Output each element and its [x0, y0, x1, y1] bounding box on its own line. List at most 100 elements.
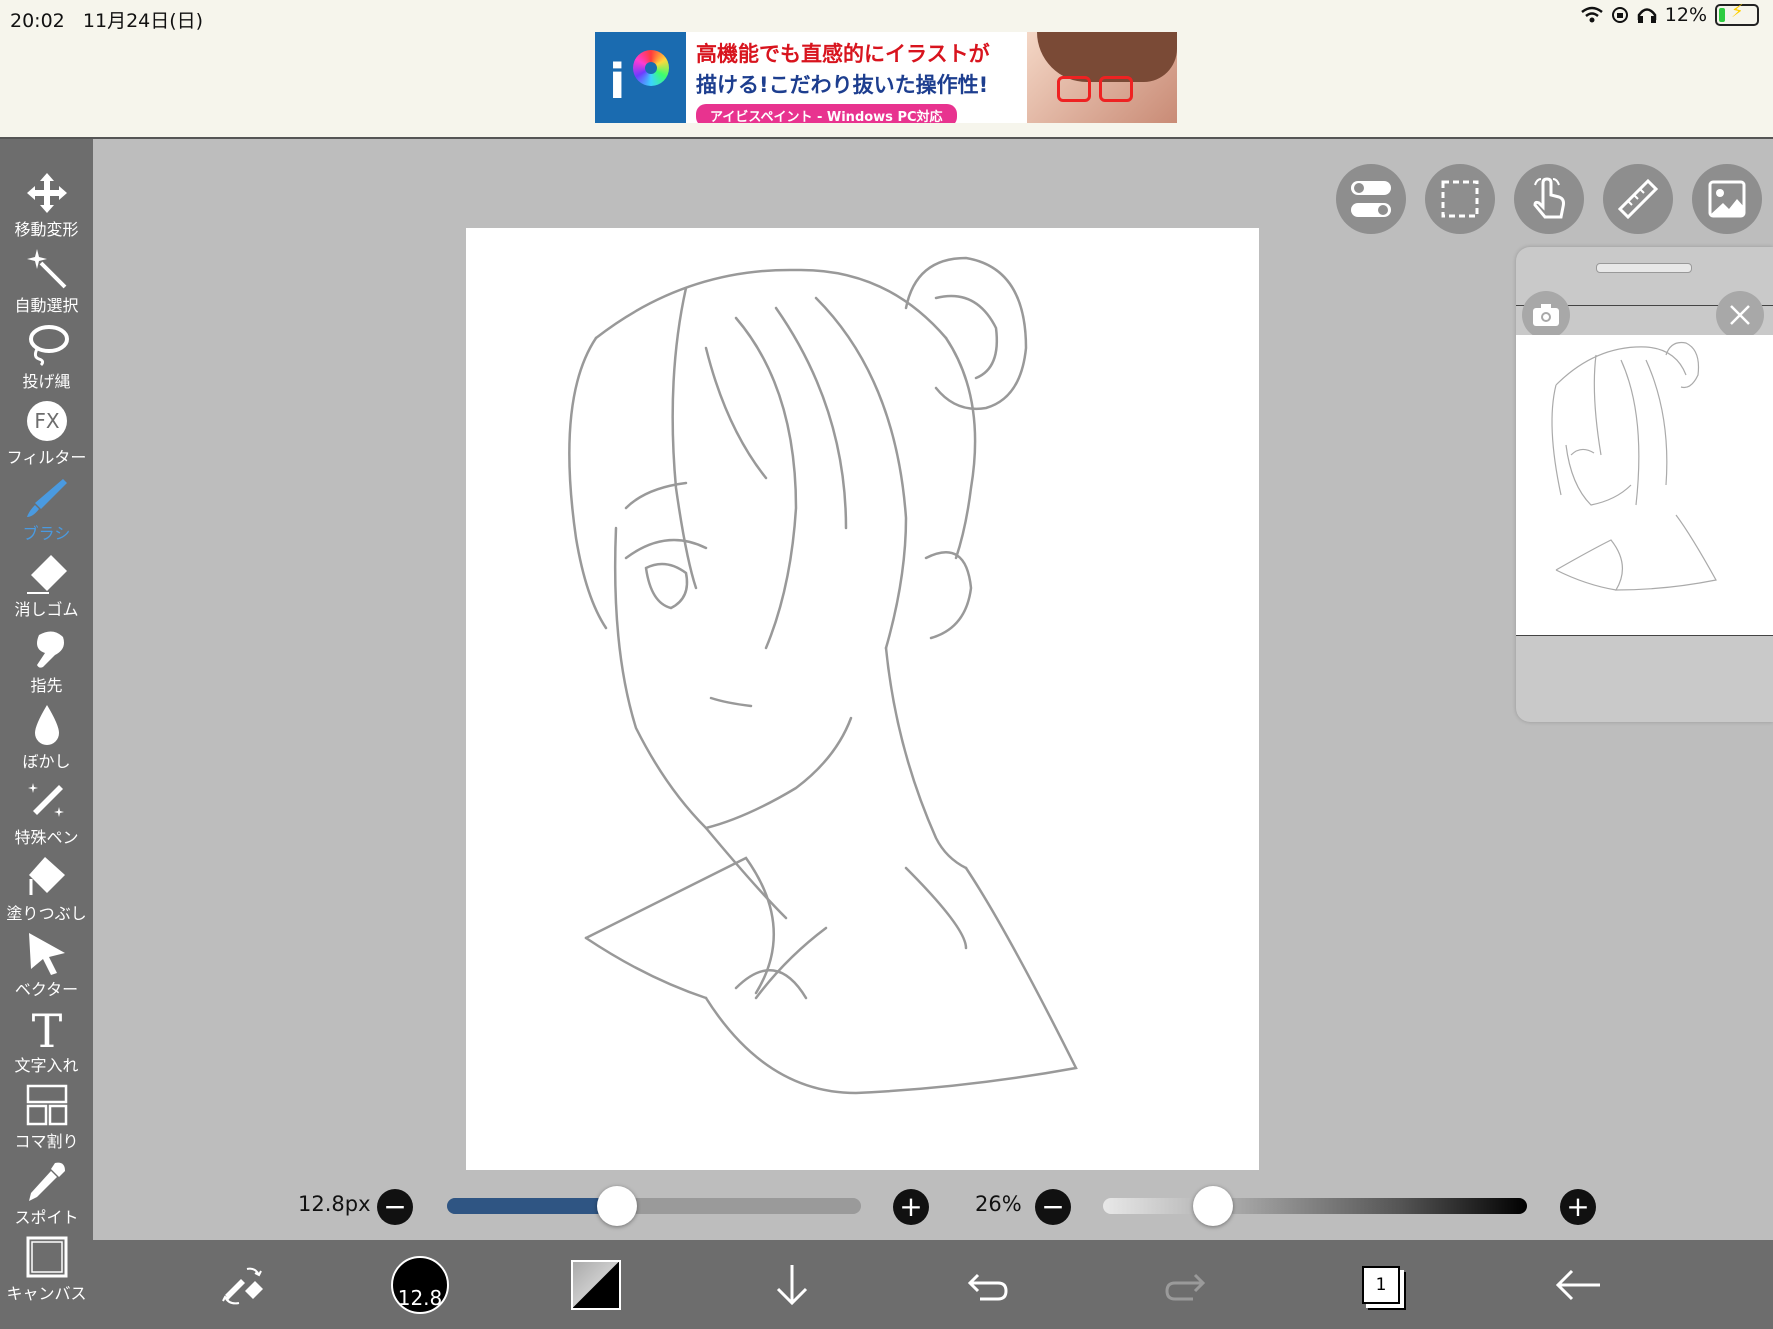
brush-size-slider-thumb[interactable] [596, 1186, 637, 1226]
brush-size-preview-text: 12.8 [397, 1285, 443, 1310]
tool-label: 文字入れ [14, 1056, 79, 1075]
tool-label: 特殊ペン [14, 828, 79, 847]
undo-icon [967, 1273, 1008, 1300]
minus-icon: − [383, 1190, 407, 1223]
undo-button[interactable] [948, 1240, 1028, 1329]
tool-auto-select[interactable]: 自動選択 [0, 247, 93, 323]
tool-label: フィルター [6, 448, 87, 467]
color-button[interactable] [556, 1240, 636, 1329]
selection-icon [1441, 180, 1479, 218]
navigator-thumbnail[interactable] [1516, 335, 1773, 635]
navigator-divider [1516, 635, 1773, 636]
camera-icon [1533, 304, 1559, 326]
magic-wand-icon [26, 249, 66, 289]
frame-divider-icon [26, 1084, 67, 1126]
eyedropper-icon [28, 1162, 65, 1201]
brush-opacity-value: 26% [975, 1192, 1022, 1216]
tool-fill[interactable]: 塗りつぶし [0, 855, 93, 931]
back-button[interactable] [1538, 1240, 1618, 1329]
status-ad-bar: 20:02 11月24日(日) 12% ⚡ i 高機能でも直感的にイラストが 描… [0, 0, 1773, 139]
ad-text: 高機能でも直感的にイラストが 描ける!こだわり抜いた操作性! アイビスペイント … [686, 32, 1027, 123]
bottom-toolbar: 12.8 1 [93, 1240, 1773, 1329]
tool-label: 塗りつぶし [6, 904, 87, 923]
left-toolbar: 移動変形 自動選択 投げ縄 FX フィルター ブラシ 消しゴム 指先 ぼかし 特… [0, 139, 93, 1329]
ad-character-image [1027, 32, 1177, 123]
pen-eraser-swap-icon [222, 1267, 263, 1304]
eraser-icon [26, 555, 67, 594]
svg-text:T: T [31, 1007, 62, 1051]
ad-subheadline: 描ける!こだわり抜いた操作性! [696, 73, 989, 97]
tool-smudge[interactable]: 指先 [0, 627, 93, 703]
tool-label: キャンバス [6, 1284, 87, 1303]
tool-text[interactable]: T 文字入れ [0, 1007, 93, 1083]
tool-special-pen[interactable]: 特殊ペン [0, 779, 93, 855]
navigator-drag-handle[interactable] [1596, 263, 1692, 273]
minus-icon: − [1041, 1190, 1065, 1223]
battery-percent: 12% [1664, 4, 1707, 26]
tool-lasso[interactable]: 投げ縄 [0, 323, 93, 399]
lasso-icon [28, 325, 69, 367]
navigator-camera-button[interactable] [1522, 291, 1570, 339]
brush-icon [26, 479, 67, 517]
text-icon: T [31, 1007, 62, 1051]
ad-banner[interactable]: i 高機能でも直感的にイラストが 描ける!こだわり抜いた操作性! アイビスペイン… [595, 32, 1177, 123]
fx-filter-icon: FX [26, 401, 67, 441]
ruler-button[interactable] [1603, 164, 1673, 234]
download-button[interactable] [752, 1240, 832, 1329]
layer-count-text: 1 [1375, 1274, 1387, 1295]
opacity-slider-thumb[interactable] [1193, 1186, 1234, 1226]
headphones-icon [1637, 8, 1657, 23]
opacity-slider[interactable] [1103, 1198, 1527, 1214]
quick-switch-button[interactable] [203, 1240, 283, 1329]
tool-label: 自動選択 [14, 296, 79, 315]
ad-tagline: アイビスペイント - Windows PC対応 [696, 104, 957, 123]
tool-label: 投げ縄 [22, 372, 71, 391]
tool-canvas[interactable]: キャンバス [0, 1235, 93, 1311]
brush-size-slider[interactable] [447, 1198, 861, 1214]
layers-button[interactable]: 1 [1341, 1240, 1421, 1329]
toggle-settings-button[interactable] [1336, 164, 1406, 234]
reference-image-button[interactable] [1692, 164, 1762, 234]
tool-eyedropper[interactable]: スポイト [0, 1159, 93, 1235]
tool-eraser[interactable]: 消しゴム [0, 551, 93, 627]
redo-button[interactable] [1145, 1240, 1225, 1329]
canvas-icon [26, 1236, 67, 1278]
opacity-decrease-button[interactable]: − [1035, 1189, 1071, 1225]
arrow-down-icon [776, 1264, 808, 1305]
close-icon [1730, 305, 1750, 325]
image-icon [1708, 180, 1746, 218]
tool-move-transform[interactable]: 移動変形 [0, 171, 93, 247]
drawing-canvas[interactable] [466, 228, 1259, 1170]
wifi-icon [1580, 6, 1603, 23]
tool-filter[interactable]: FX フィルター [0, 399, 93, 475]
ruler-icon [1618, 179, 1658, 219]
navigator-panel[interactable] [1516, 247, 1773, 722]
opacity-increase-button[interactable]: + [1560, 1189, 1596, 1225]
brush-size-fill [447, 1198, 617, 1214]
tool-frame-divider[interactable]: コマ割り [0, 1083, 93, 1159]
clock-time: 20:02 [10, 10, 65, 32]
hand-tool-button[interactable] [1514, 164, 1584, 234]
plus-icon: + [1566, 1190, 1590, 1223]
brush-size-button[interactable]: 12.8 [380, 1240, 460, 1329]
tool-vector[interactable]: ベクター [0, 931, 93, 1007]
brush-size-value: 12.8px [298, 1192, 371, 1216]
toggle-icon [1351, 181, 1391, 217]
fill-bucket-icon [28, 857, 65, 895]
tool-blur[interactable]: ぼかし [0, 703, 93, 779]
tool-label: コマ割り [14, 1132, 79, 1151]
arrow-left-icon [1555, 1269, 1600, 1300]
color-swatch [571, 1259, 621, 1310]
status-indicators: 12% ⚡ [1580, 3, 1759, 26]
brush-size-increase-button[interactable]: + [893, 1189, 929, 1225]
tool-label: ブラシ [22, 524, 71, 543]
move-transform-icon [26, 173, 67, 213]
brush-size-decrease-button[interactable]: − [377, 1189, 413, 1225]
plus-icon: + [899, 1190, 923, 1223]
tool-label: ぼかし [22, 752, 71, 771]
blur-drop-icon [34, 705, 59, 745]
tool-brush[interactable]: ブラシ [0, 475, 93, 551]
selection-button[interactable] [1425, 164, 1495, 234]
thumbnail-sketch [1551, 341, 1717, 591]
navigator-close-button[interactable] [1716, 291, 1764, 339]
